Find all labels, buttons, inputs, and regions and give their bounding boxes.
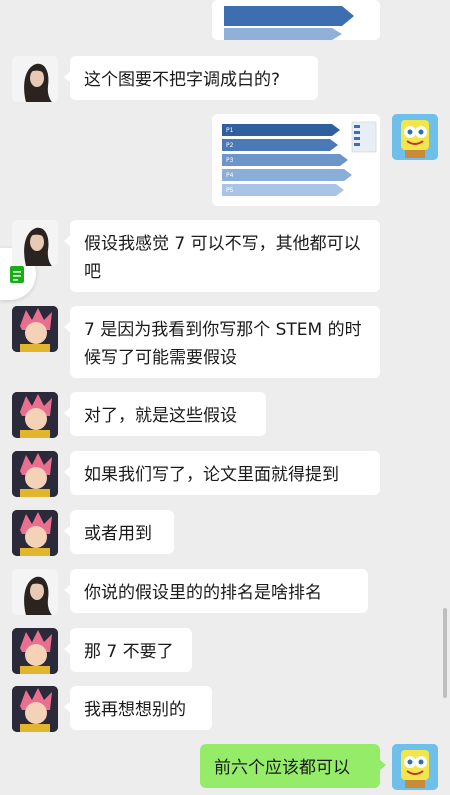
message-bubble[interactable]: 你说的假设里的的排名是啥排名: [64, 569, 368, 613]
scrollbar[interactable]: [443, 608, 447, 698]
avatar-icon: [12, 569, 58, 615]
diagram-thumbnail-icon: P1 P2 P3 P4 P5: [212, 114, 380, 206]
diagram-thumbnail-icon: [212, 0, 380, 40]
girl-avatar[interactable]: [12, 220, 58, 266]
row-label: P4: [226, 172, 234, 179]
message-bubble[interactable]: 那 7 不要了: [64, 628, 192, 672]
message-bubble[interactable]: 我再想想别的: [64, 686, 212, 730]
message-bubble[interactable]: 如果我们写了，论文里面就得提到: [64, 451, 380, 495]
avatar-icon: [12, 686, 58, 732]
avatar-icon: [12, 628, 58, 674]
boy-avatar[interactable]: [12, 451, 58, 497]
my-avatar[interactable]: [392, 114, 438, 160]
avatar-icon: [12, 451, 58, 497]
boy-avatar[interactable]: [12, 628, 58, 674]
avatar-icon: [12, 510, 58, 556]
row-label: P2: [226, 142, 234, 149]
boy-avatar[interactable]: [12, 510, 58, 556]
avatar-icon: [12, 392, 58, 438]
message-bubble[interactable]: 7 是因为我看到你写那个 STEM 的时候写了可能需要假设: [64, 306, 380, 378]
avatar-icon: [392, 744, 438, 790]
my-avatar[interactable]: [392, 744, 438, 790]
image-message-top-partial[interactable]: [212, 0, 380, 40]
avatar-icon: [12, 220, 58, 266]
message-bubble[interactable]: 或者用到: [64, 510, 174, 554]
avatar-icon: [12, 306, 58, 352]
my-message-bubble[interactable]: 前六个应该都可以: [200, 744, 386, 788]
row-label: P3: [226, 157, 234, 164]
boy-avatar[interactable]: [12, 306, 58, 352]
girl-avatar[interactable]: [12, 569, 58, 615]
boy-avatar[interactable]: [12, 686, 58, 732]
message-bubble[interactable]: 对了，就是这些假设: [64, 392, 266, 436]
avatar-icon: [392, 114, 438, 160]
message-bubble[interactable]: 这个图要不把字调成白的?: [64, 56, 318, 100]
girl-avatar[interactable]: [12, 56, 58, 102]
message-bubble[interactable]: 假设我感觉 7 可以不写，其他都可以吧: [64, 220, 380, 292]
row-label: P1: [226, 127, 234, 134]
chat-window: 这个图要不把字调成白的? P1 P2 P3 P4 P5 假设我感觉 7 可以不写…: [0, 0, 450, 795]
boy-avatar[interactable]: [12, 392, 58, 438]
row-label: P5: [226, 187, 234, 194]
image-message[interactable]: P1 P2 P3 P4 P5: [212, 114, 380, 206]
avatar-icon: [12, 56, 58, 102]
